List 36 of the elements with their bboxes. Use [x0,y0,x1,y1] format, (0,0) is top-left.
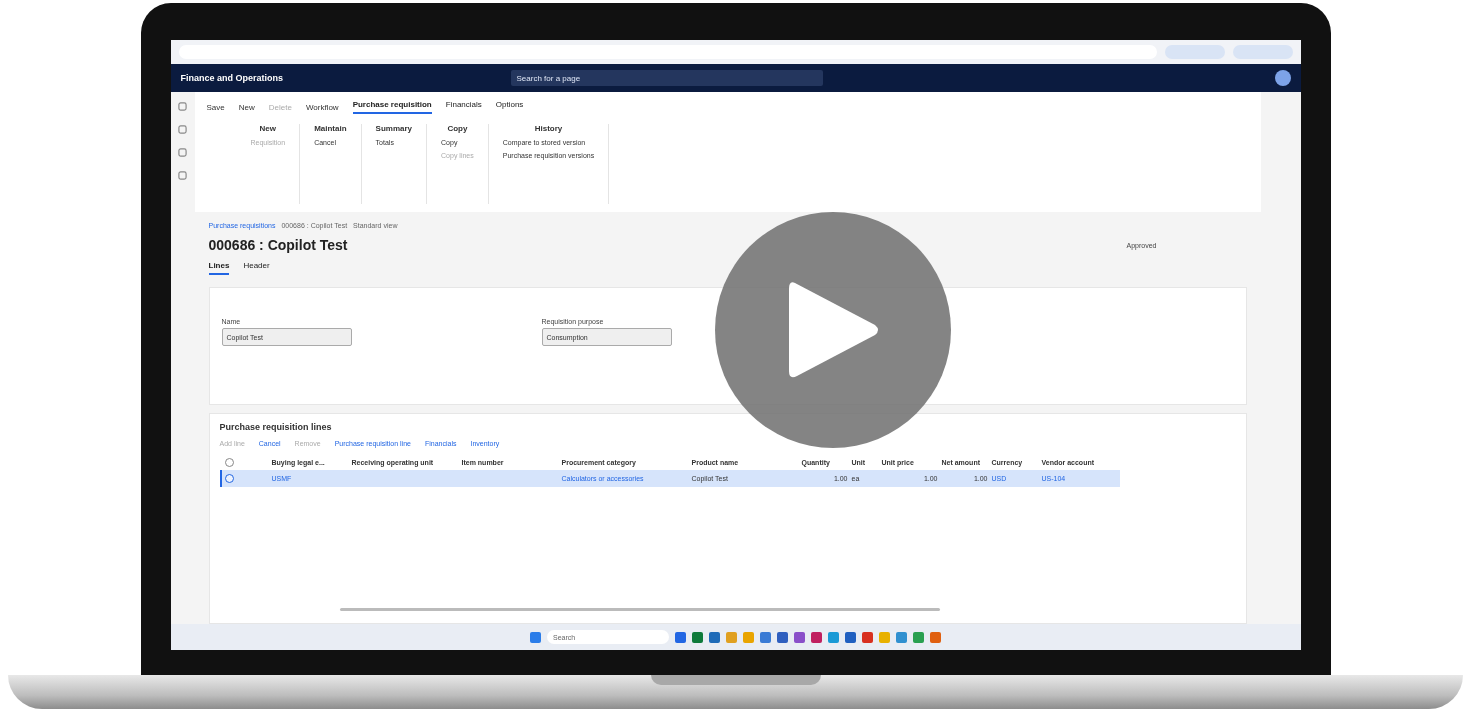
page-title: 000686 : Copilot Test [208,237,349,253]
ribbon-tab[interactable]: Financials [445,100,482,114]
toolbar-button[interactable]: Save [206,102,225,112]
app-icon[interactable] [845,631,856,643]
row-radio[interactable] [225,474,234,483]
ribbon-tab[interactable]: Options [495,100,524,114]
section-title: Purchase requisition lines [219,422,333,432]
app-icon[interactable] [709,631,720,643]
app-icon[interactable] [794,631,805,643]
group-title: Copy [446,124,469,133]
scrollbar[interactable] [339,608,940,611]
group-title: Maintain [314,124,347,133]
app-icon[interactable] [777,631,788,643]
group-title: New [258,124,278,133]
start-icon[interactable] [530,631,541,643]
table-row[interactable] [219,470,1120,487]
app-icon[interactable] [828,631,839,643]
view-tab[interactable]: Header [243,261,270,275]
app-icon[interactable] [675,631,686,643]
app-icon[interactable] [760,631,771,643]
app-icon[interactable] [811,631,822,643]
app-icon[interactable] [896,631,907,643]
toolbar-button[interactable]: New [238,102,255,112]
toolbar-button[interactable]: Workflow [305,102,339,112]
app-icon[interactable] [692,631,703,643]
view-tab[interactable]: Lines [208,261,230,275]
app-icon[interactable] [862,631,873,643]
search-field[interactable]: Search for a page [510,70,823,86]
avatar[interactable] [1274,70,1291,86]
group-title: Summary [375,124,413,133]
group-title: History [533,124,564,133]
select-all-radio[interactable] [225,458,234,467]
app-icon[interactable] [930,631,941,643]
app-icon[interactable] [913,631,924,643]
app-title: Finance and Operations [180,73,285,83]
ribbon-tab[interactable]: Purchase requisition [352,100,432,114]
